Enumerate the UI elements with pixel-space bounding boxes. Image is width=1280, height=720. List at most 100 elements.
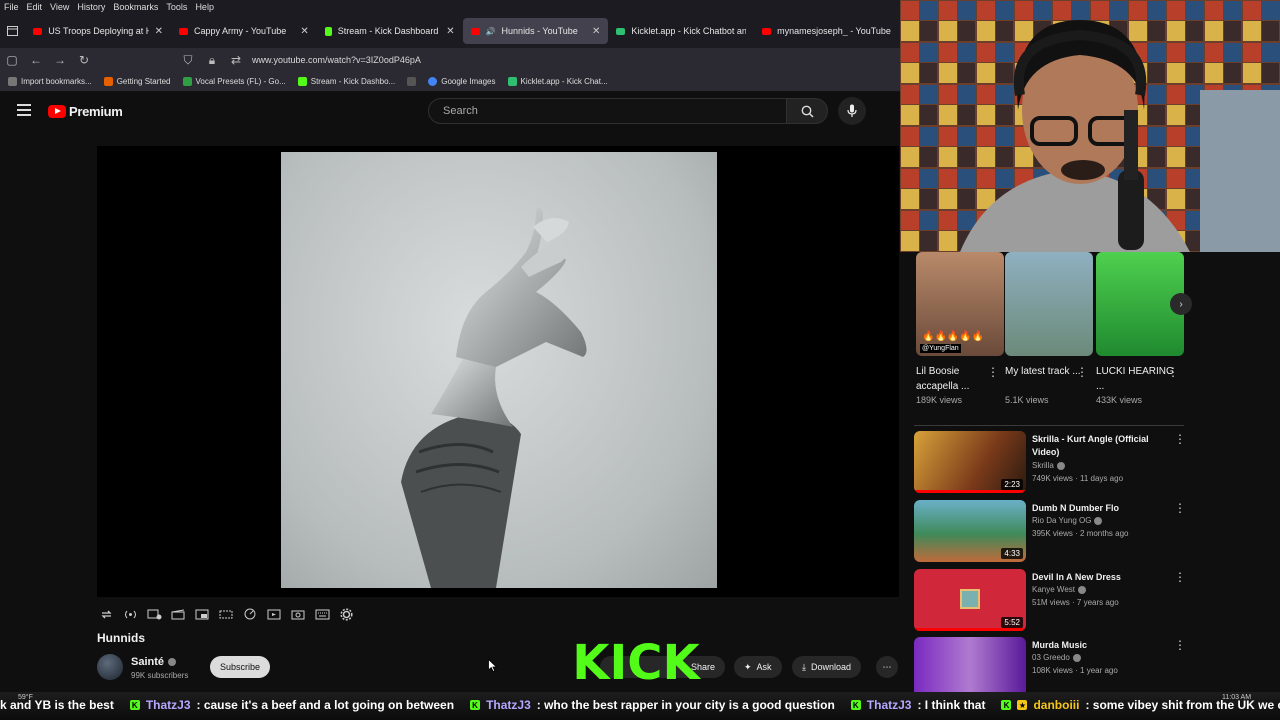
short-more-icon[interactable]: ⋮ [1167, 365, 1179, 379]
voice-search-button[interactable] [838, 97, 866, 125]
browser-tab-active[interactable]: 🔊 Hunnids - YouTube ✕ [462, 18, 609, 44]
menu-bookmarks[interactable]: Bookmarks [113, 2, 158, 12]
sidebar-toggle-icon[interactable]: ▢ [0, 53, 24, 67]
menu-view[interactable]: View [50, 2, 69, 12]
browser-tab[interactable]: Cappy Army - YouTube ✕ [171, 18, 317, 44]
video-thumbnail[interactable]: 2:23 [914, 431, 1026, 493]
recommendation-item[interactable]: 2:23 Skrilla - Kurt Angle (Official Vide… [914, 431, 1186, 493]
channel-name[interactable]: Skrilla [1032, 461, 1065, 470]
screenshot-icon[interactable] [289, 606, 307, 622]
short-title[interactable]: My latest track ... [1005, 364, 1085, 379]
subscribe-button[interactable]: Subscribe [210, 656, 270, 678]
bookmark-item[interactable]: Getting Started [103, 77, 171, 86]
close-tab-icon[interactable]: ✕ [155, 26, 163, 37]
search-input[interactable]: Search [428, 98, 788, 124]
bookmark-item[interactable]: Import bookmarks... [8, 77, 92, 86]
channel-name[interactable]: Rio Da Yung OG [1032, 516, 1103, 525]
speed-icon[interactable] [241, 606, 259, 622]
video-title[interactable]: Devil In A New Dress [1032, 571, 1170, 584]
more-actions-button[interactable]: ⋯ [876, 656, 898, 678]
menu-edit[interactable]: Edit [27, 2, 43, 12]
chat-message: : cause it's a beef and a lot going on b… [196, 698, 455, 712]
browser-tab[interactable]: Stream - Kick Dashboard ✕ [317, 18, 463, 44]
url-bar[interactable]: www.youtube.com/watch?v=3IZ0odP46pA [252, 55, 421, 65]
short-thumbnail[interactable]: 🔥🔥🔥🔥🔥 @YungFlan [916, 252, 1004, 356]
channel-name[interactable]: Kanye West [1032, 585, 1086, 594]
close-tab-icon[interactable]: ✕ [592, 26, 600, 37]
youtube-logo[interactable]: Premium [48, 104, 123, 119]
close-tab-icon[interactable]: ✕ [300, 26, 308, 37]
verified-icon [1094, 516, 1103, 525]
video-title[interactable]: Murda Music [1032, 639, 1170, 652]
shorts-shelf: 🔥🔥🔥🔥🔥 @YungFlan Lil Boosie accapella ...… [914, 252, 1184, 407]
speaker-icon[interactable]: 🔊 [486, 27, 496, 36]
bookmark-item[interactable]: Kicklet.app - Kick Chat... [507, 77, 608, 86]
video-thumbnail[interactable]: 4:33 [914, 500, 1026, 562]
clapperboard-icon[interactable] [169, 606, 187, 622]
verified-icon [1056, 461, 1065, 470]
import-icon [8, 77, 17, 86]
recommendation-item[interactable]: Murda Music 03 Greedo 108K views · 1 yea… [914, 637, 1184, 692]
browser-tab[interactable]: mynamesjoseph_ - YouTube [754, 18, 900, 44]
google-icon [428, 77, 438, 86]
more-icon[interactable]: ⋮ [1174, 570, 1186, 584]
channel-name[interactable]: 03 Greedo [1032, 653, 1081, 662]
shield-icon[interactable]: ⛉ [176, 53, 200, 68]
chevron-right-icon[interactable]: › [1170, 293, 1192, 315]
menu-help[interactable]: Help [195, 2, 214, 12]
bookmark-item[interactable]: Vocal Presets (FL) - Go... [182, 77, 286, 86]
repeat-icon[interactable] [97, 606, 115, 622]
download-button[interactable]: ⤓ Download [792, 656, 862, 678]
video-thumbnail[interactable]: 5:52 [914, 569, 1026, 631]
playlist-icon[interactable] [145, 606, 163, 622]
browser-tab[interactable]: Kicklet.app - Kick Chatbot and C [608, 18, 754, 44]
menu-file[interactable]: File [4, 2, 19, 12]
ask-button[interactable]: ✦ Ask [734, 656, 782, 678]
kick-favicon-icon [324, 26, 332, 36]
cinema-mode-icon[interactable] [217, 606, 235, 622]
more-icon[interactable]: ⋮ [1174, 432, 1186, 446]
keyboard-icon[interactable] [313, 606, 331, 622]
channel-avatar[interactable] [97, 654, 123, 680]
recommendation-item[interactable]: 5:52 Devil In A New Dress Kanye West 51M… [914, 569, 1186, 631]
short-title[interactable]: LUCKI HEARING ... [1096, 364, 1176, 394]
download-icon: ⤓ [802, 661, 806, 672]
navigation-bar: ▢ ← → ↻ ⛉ 🔒︎ ⇄ www.youtube.com/watch?v=3… [0, 48, 900, 72]
tab-list-icon[interactable] [0, 26, 25, 36]
more-icon[interactable]: ⋮ [1174, 638, 1184, 652]
menu-tools[interactable]: Tools [166, 2, 187, 12]
youtube-favicon-icon [178, 27, 188, 35]
gear-icon[interactable] [337, 606, 355, 622]
channel-name[interactable]: Sainté [131, 656, 177, 668]
short-more-icon[interactable]: ⋮ [1076, 365, 1088, 379]
bookmark-item[interactable]: Google Images [428, 77, 496, 86]
video-thumbnail[interactable] [914, 637, 1026, 692]
menu-history[interactable]: History [77, 2, 105, 12]
frame-step-icon[interactable] [265, 606, 283, 622]
short-title[interactable]: Lil Boosie accapella ... [916, 364, 996, 394]
short-thumbnail[interactable] [1005, 252, 1093, 356]
audio-icon[interactable] [121, 606, 139, 622]
reload-icon[interactable]: ↻ [72, 53, 96, 67]
drive-icon [182, 77, 192, 86]
bookmark-item[interactable]: Stream - Kick Dashbo... [297, 77, 395, 86]
permissions-icon[interactable]: ⇄ [224, 53, 248, 67]
chat-username: ThatzJ3 [145, 698, 191, 712]
youtube-play-icon [48, 105, 66, 118]
search-button[interactable] [786, 98, 828, 124]
video-title[interactable]: Dumb N Dumber Flo [1032, 502, 1170, 515]
video-player[interactable] [97, 146, 899, 597]
picture-in-picture-icon[interactable] [193, 606, 211, 622]
video-title[interactable]: Skrilla - Kurt Angle (Official Video) [1032, 433, 1170, 459]
browser-tab[interactable]: US Troops Deploying at Home | ✕ [25, 18, 171, 44]
recommendation-item[interactable]: 4:33 Dumb N Dumber Flo Rio Da Yung OG 39… [914, 500, 1186, 562]
back-icon[interactable]: ← [24, 53, 48, 67]
more-icon[interactable]: ⋮ [1174, 501, 1186, 515]
short-more-icon[interactable]: ⋮ [987, 365, 999, 379]
bookmark-item[interactable] [407, 77, 417, 86]
forward-icon[interactable]: → [48, 53, 72, 67]
kick-badge-icon: K [1001, 700, 1012, 710]
gift-badge-icon: ★ [1017, 700, 1028, 710]
menu-icon[interactable] [17, 104, 31, 118]
close-tab-icon[interactable]: ✕ [446, 26, 454, 37]
